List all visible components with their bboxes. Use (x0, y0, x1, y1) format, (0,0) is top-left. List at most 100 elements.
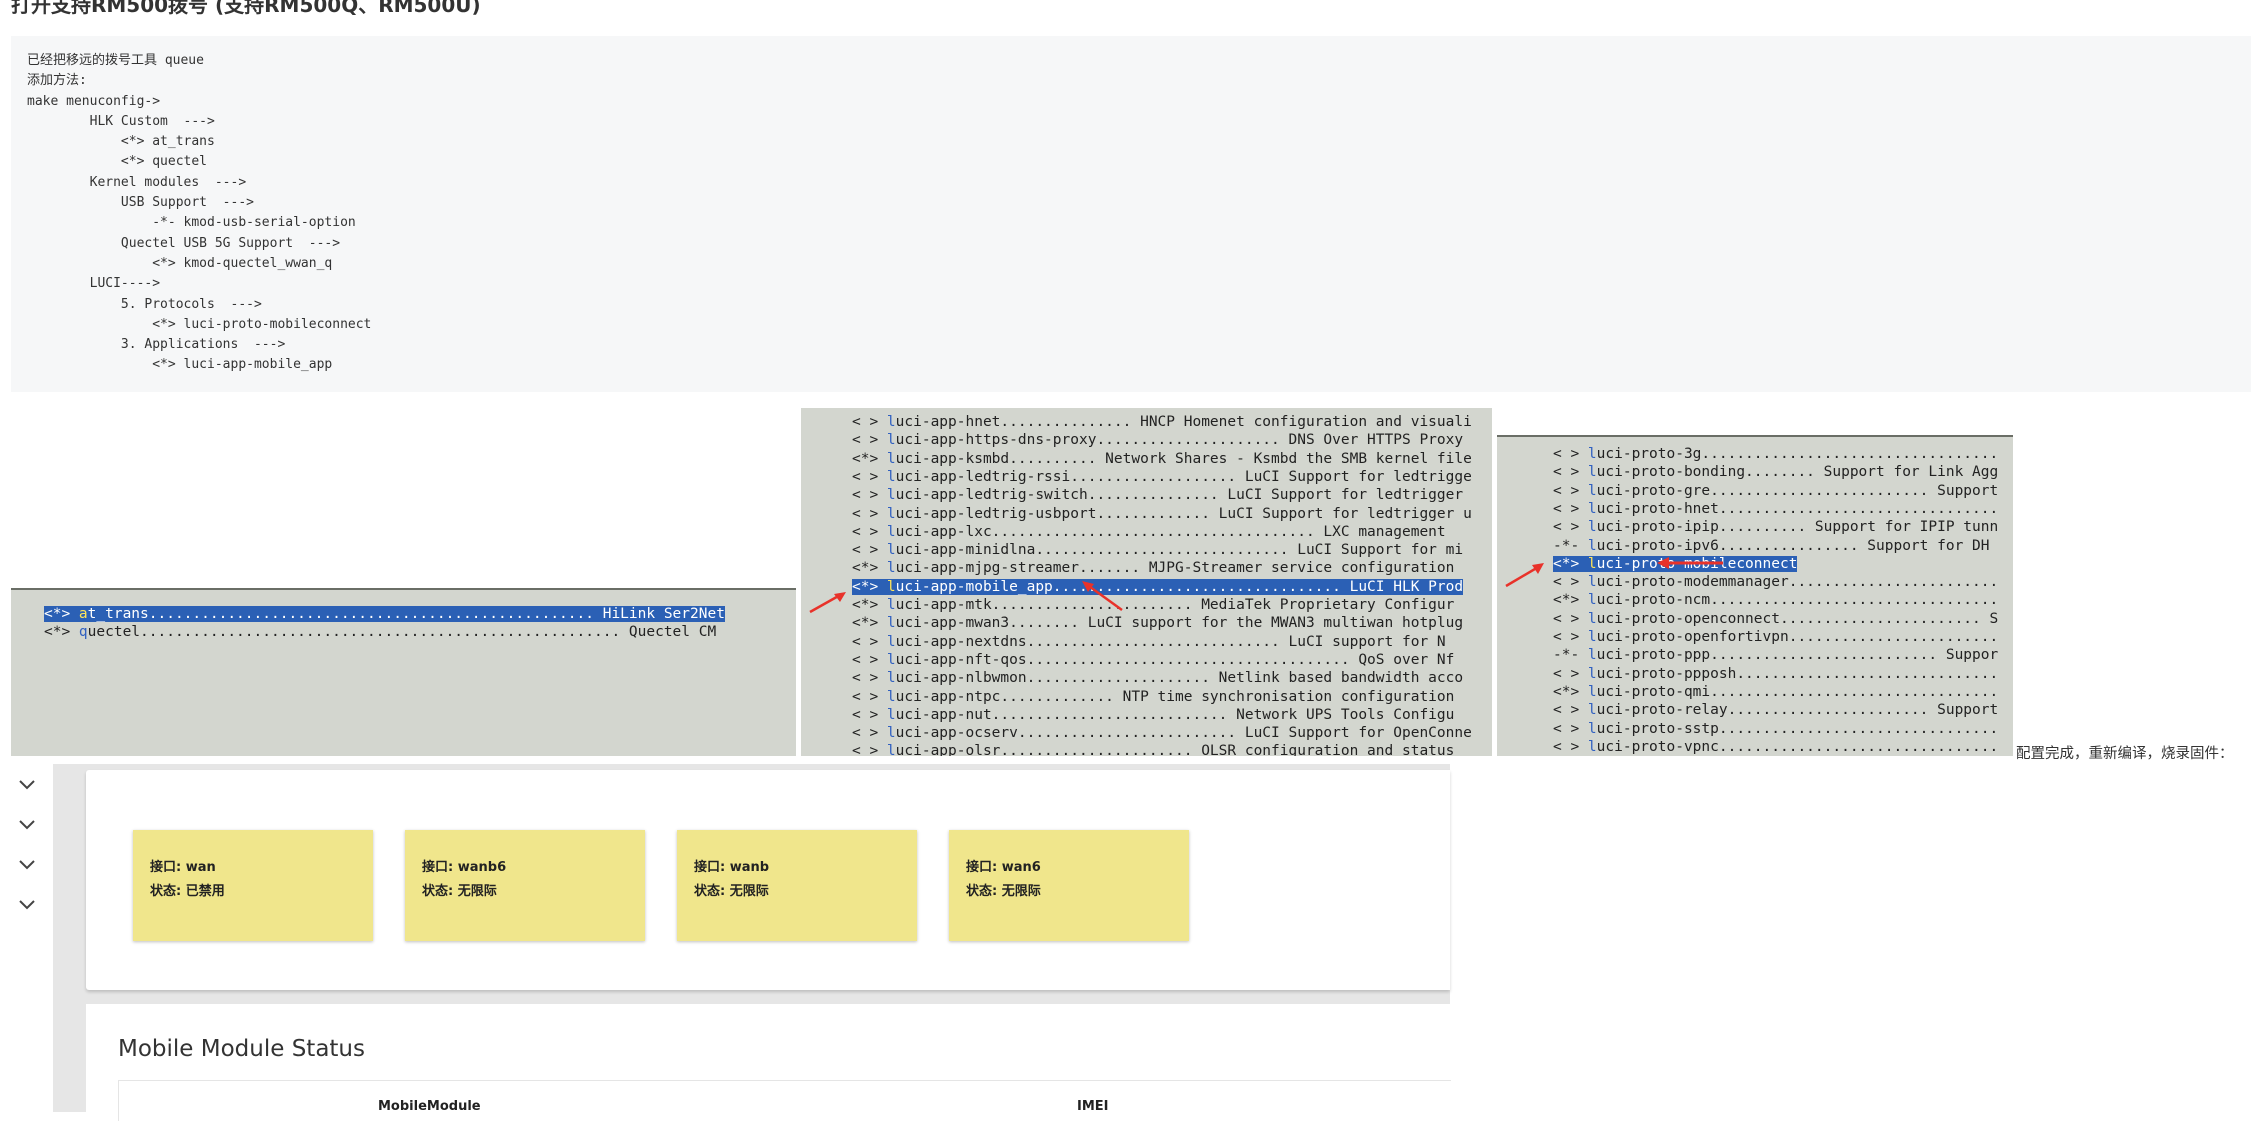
option-label: uci-app-mjpg-streamer....... MJPG-Stream… (895, 560, 1455, 577)
option-hotkey: l (886, 578, 896, 595)
menuconfig-option-row: < > luci-app-minidlna...................… (852, 541, 1463, 560)
red-arrow-icon (1505, 563, 1544, 588)
config-line: HLK Custom ---> (27, 113, 215, 129)
config-line: 已经把移远的拨号工具 queue (27, 53, 204, 68)
option-hotkey: l (886, 725, 896, 742)
option-hotkey: q (78, 624, 88, 641)
interface-status: 状态: 已禁用 (150, 884, 225, 899)
chevron-down-icon[interactable] (18, 896, 38, 910)
menuconfig-option-row: <*> luci-app-mwan3........ LuCI support … (852, 614, 1463, 633)
option-mark: < > (1553, 610, 1588, 627)
option-mark: < > (852, 688, 887, 705)
option-hotkey: l (1587, 574, 1597, 591)
menuconfig-hlk-custom-screenshot: <*> at_trans............................… (11, 588, 796, 756)
menuconfig-option-row: <*> luci-proto-ncm......................… (1553, 591, 1998, 610)
option-hotkey: l (886, 523, 896, 540)
interface-status: 状态: 无限际 (422, 884, 497, 899)
option-mark: < > (852, 633, 887, 650)
red-arrow-icon (809, 592, 846, 614)
menuconfig-option-row: < > luci-proto-relay....................… (1553, 701, 1998, 720)
option-hotkey: l (886, 505, 896, 522)
config-line: <*> luci-proto-mobileconnect (27, 316, 372, 332)
option-mark: <*> (44, 624, 79, 641)
menuconfig-option-row: <*> luci-app-mtk....................... … (852, 596, 1454, 615)
option-hotkey: l (886, 542, 896, 559)
config-line: <*> luci-app-mobile_app (27, 357, 333, 373)
option-mark: < > (1553, 665, 1588, 682)
interface-tile: 接口: wan 状态: 已禁用 (133, 830, 373, 941)
option-hotkey: l (1587, 555, 1597, 572)
menuconfig-option-row: <*> luci-app-mobile_app.................… (852, 578, 1464, 597)
option-hotkey: l (1587, 464, 1597, 481)
option-mark: < > (852, 414, 887, 430)
option-hotkey: l (1587, 720, 1597, 737)
option-hotkey: l (1587, 482, 1597, 499)
config-code-block: 已经把移远的拨号工具 queue 添加方法: make menuconfig-> H… (11, 36, 2251, 392)
option-label: uci-proto-hnet..........................… (1596, 500, 1999, 517)
option-label: uci-proto-openfortivpn..................… (1596, 629, 1999, 645)
interface-name: 接口: wan (150, 860, 216, 875)
option-hotkey: l (886, 414, 896, 430)
option-label: uci-app-olsr...................... OLSR … (895, 743, 1455, 756)
menuconfig-option-row: < > luci-app-ocserv.....................… (852, 724, 1472, 743)
table-header: MobileModule IMEI (118, 1080, 1451, 1121)
menuconfig-option-row: < > luci-proto-sstp.....................… (1553, 720, 1998, 739)
chevron-down-icon[interactable] (18, 776, 38, 790)
config-line: <*> at_trans (27, 134, 215, 150)
interface-name: 接口: wan6 (966, 860, 1041, 875)
config-line: 5. Protocols ---> (27, 296, 262, 312)
menuconfig-option-row: < > luci-proto-openfortivpn.............… (1553, 628, 1998, 647)
terminal-border (11, 588, 796, 590)
option-label: uci-app-nft-qos.........................… (895, 651, 1455, 668)
option-label: uci-proto-ncm...........................… (1596, 592, 1999, 609)
option-label: uci-app-ksmbd.......... Network Shares -… (895, 450, 1472, 467)
config-line: -*- kmod-usb-serial-option (27, 215, 356, 231)
menuconfig-option-row: < > luci-app-https-dns-proxy............… (852, 431, 1463, 450)
chevron-down-icon[interactable] (18, 856, 38, 870)
chevron-down-icon[interactable] (18, 816, 38, 830)
option-mark: < > (852, 468, 887, 485)
option-mark: < > (1553, 702, 1588, 719)
option-mark: < > (852, 542, 887, 559)
red-arrow-icon (1082, 581, 1123, 612)
interface-name: 接口: wanb6 (422, 860, 507, 875)
option-label: uci-app-hnet............... HNCP Homenet… (895, 414, 1472, 430)
option-mark: <*> (1553, 555, 1588, 572)
page-heading: 打开支持RM500拨号 (支持RM500Q、RM500U) (11, 0, 481, 17)
option-label: uci-proto-ipv6................ Support f… (1596, 537, 1990, 554)
option-label: uci-app-lxc.............................… (895, 523, 1446, 540)
section-title: Mobile Module Status (118, 1036, 365, 1062)
menuconfig-option-row: <*> luci-proto-qmi......................… (1553, 683, 1998, 702)
interface-status: 状态: 无限际 (694, 884, 769, 899)
option-label: uci-proto-qmi...........................… (1596, 683, 1999, 700)
option-label: uci-proto-ppposh........................… (1596, 665, 1999, 682)
option-label: uci-app-mwan3........ LuCI support for t… (895, 615, 1464, 632)
option-hotkey: l (1587, 446, 1597, 462)
terminal-border (1497, 435, 2013, 437)
option-mark: < > (852, 432, 887, 449)
option-hotkey: l (886, 670, 896, 687)
menuconfig-option-row: -*- luci-proto-ppp......................… (1553, 646, 1998, 665)
option-label: uci-app-nextdns.........................… (895, 633, 1446, 650)
option-mark: -*- (1553, 647, 1588, 664)
menuconfig-option-row: < > luci-proto-bonding........ Support f… (1553, 463, 1998, 482)
menuconfig-option-row: < > luci-proto-hnet.....................… (1553, 500, 1998, 519)
interface-status: 状态: 无限际 (966, 884, 1041, 899)
option-hotkey: l (886, 597, 896, 613)
option-hotkey: l (1587, 610, 1597, 627)
option-label: uci-proto-3g............................… (1596, 446, 1999, 462)
option-label: uci-proto-openconnect...................… (1596, 610, 1999, 627)
option-label: uci-app-nlbwmon..................... Net… (895, 670, 1464, 687)
option-mark: < > (1553, 574, 1588, 591)
option-label: uci-app-ledtrig-rssi................... … (895, 468, 1472, 485)
option-mark: -*- (1553, 537, 1588, 554)
option-mark: < > (852, 505, 887, 522)
menuconfig-option-row: < > luci-proto-vpnc.....................… (1553, 738, 1998, 756)
option-mark: < > (1553, 446, 1588, 462)
option-hotkey: l (886, 468, 896, 485)
menuconfig-option-row: < > luci-proto-modemmanager.............… (1553, 573, 1998, 592)
option-mark: < > (852, 523, 887, 540)
mobile-module-status-card: Mobile Module Status MobileModule IMEI (86, 1004, 1451, 1121)
config-line: Quectel USB 5G Support ---> (27, 235, 341, 251)
option-hotkey: l (886, 706, 896, 723)
